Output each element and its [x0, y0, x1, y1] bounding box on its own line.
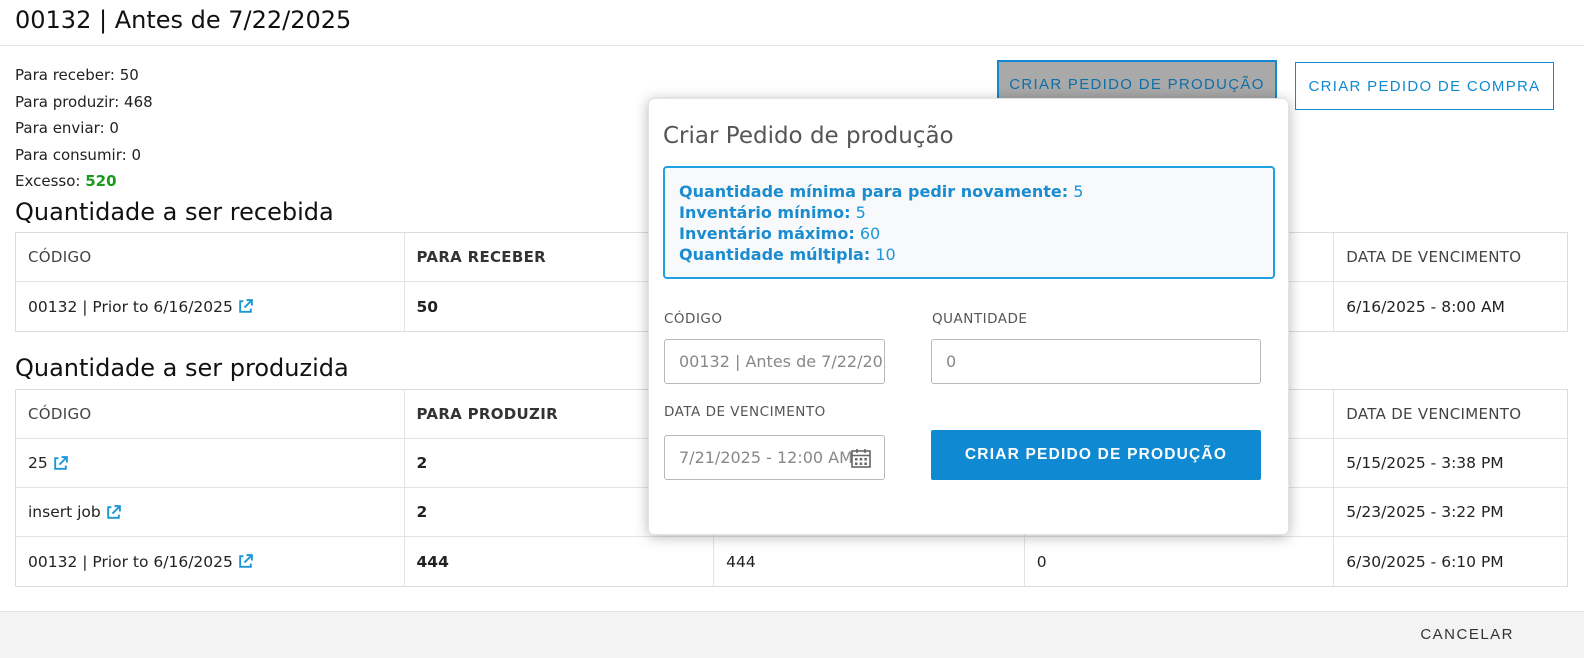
min-inventory-line: Inventário mínimo: 5: [679, 202, 1259, 223]
max-inventory-value: 60: [859, 224, 881, 243]
quantity-field-label: QUANTIDADE: [932, 311, 1028, 327]
due-date-cell: 5/23/2025 - 3:22 PM: [1346, 503, 1504, 521]
dialog-footer: CANCELAR: [0, 611, 1584, 658]
table-row: 00132 | Prior to 6/16/2025 444 444 0 6/3…: [16, 537, 1567, 586]
column-header-code[interactable]: CÓDIGO: [16, 390, 405, 438]
min-inventory-value: 5: [855, 203, 866, 222]
produce-section-title: Quantidade a ser produzida: [15, 354, 349, 382]
code-cell: insert job: [16, 488, 405, 536]
reorder-info-box: Quantidade mínima para pedir novamente: …: [663, 166, 1275, 279]
page-title: 00132 | Antes de 7/22/2025: [15, 6, 352, 34]
summary-excess: Excesso: 520: [15, 168, 153, 195]
summary-to-ship: Para enviar: 0: [15, 119, 119, 137]
due-date-cell: 6/30/2025 - 6:10 PM: [1346, 552, 1504, 571]
external-link-icon[interactable]: [52, 455, 69, 472]
excess-label: Excesso:: [15, 172, 86, 190]
calendar-icon[interactable]: [850, 447, 872, 469]
column-header-code[interactable]: CÓDIGO: [16, 233, 405, 281]
excess-value: 520: [85, 172, 117, 190]
code-cell: 25: [16, 439, 405, 487]
due-date-value: 7/21/2025 - 12:00 AM: [679, 448, 853, 467]
summary-to-produce: Para produzir: 468: [15, 92, 153, 111]
submit-production-order-button[interactable]: CRIAR PEDIDO DE PRODUÇÃO: [931, 430, 1261, 480]
min-reorder-label: Quantidade mínima para pedir novamente:: [679, 182, 1069, 201]
column-header-due-date[interactable]: DATA DE VENCIMENTO: [1334, 390, 1567, 438]
qty-cell: 444: [405, 537, 715, 586]
col4-cell: 0: [1025, 537, 1335, 586]
due-date-cell: 5/15/2025 - 3:38 PM: [1346, 454, 1504, 472]
column-header-due-date[interactable]: DATA DE VENCIMENTO: [1334, 233, 1567, 281]
multiple-qty-value: 10: [875, 245, 896, 264]
code-link[interactable]: 00132 | Prior to 6/16/2025: [28, 298, 233, 316]
receive-section-title: Quantidade a ser recebida: [15, 198, 334, 226]
summary-list: Para receber: 50 Para produzir: 468 Para…: [15, 62, 153, 195]
code-link[interactable]: 25: [28, 454, 48, 472]
min-inventory-label: Inventário mínimo:: [679, 203, 851, 222]
min-reorder-value: 5: [1073, 182, 1084, 201]
external-link-icon[interactable]: [105, 504, 122, 521]
code-field[interactable]: 00132 | Antes de 7/22/2025: [664, 339, 885, 384]
col3-cell: 444: [714, 537, 1025, 586]
popup-title: Criar Pedido de produção: [663, 123, 954, 149]
code-field-label: CÓDIGO: [664, 311, 723, 327]
multiple-qty-line: Quantidade múltipla: 10: [679, 244, 1259, 265]
due-date-field[interactable]: 7/21/2025 - 12:00 AM: [664, 435, 885, 480]
summary-to-receive: Para receber: 50: [15, 66, 139, 84]
code-link[interactable]: insert job: [28, 503, 101, 521]
code-cell: 00132 | Prior to 6/16/2025: [16, 282, 405, 331]
max-inventory-line: Inventário máximo: 60: [679, 223, 1259, 244]
external-link-icon[interactable]: [237, 553, 254, 570]
external-link-icon[interactable]: [237, 298, 254, 315]
code-link[interactable]: 00132 | Prior to 6/16/2025: [28, 553, 233, 571]
cancel-button[interactable]: CANCELAR: [1420, 626, 1514, 643]
create-purchase-order-button[interactable]: CRIAR PEDIDO DE COMPRA: [1295, 62, 1554, 110]
quantity-field[interactable]: 0: [931, 339, 1261, 384]
due-date-field-label: DATA DE VENCIMENTO: [664, 404, 826, 420]
title-bar: 00132 | Antes de 7/22/2025: [0, 0, 1584, 46]
create-production-order-popup: Criar Pedido de produção Quantidade míni…: [648, 98, 1289, 535]
due-date-cell: 6/16/2025 - 8:00 AM: [1346, 297, 1505, 316]
max-inventory-label: Inventário máximo:: [679, 224, 855, 243]
min-reorder-line: Quantidade mínima para pedir novamente: …: [679, 181, 1259, 202]
multiple-qty-label: Quantidade múltipla:: [679, 245, 871, 264]
code-cell: 00132 | Prior to 6/16/2025: [16, 537, 405, 586]
summary-to-consume: Para consumir: 0: [15, 145, 141, 164]
